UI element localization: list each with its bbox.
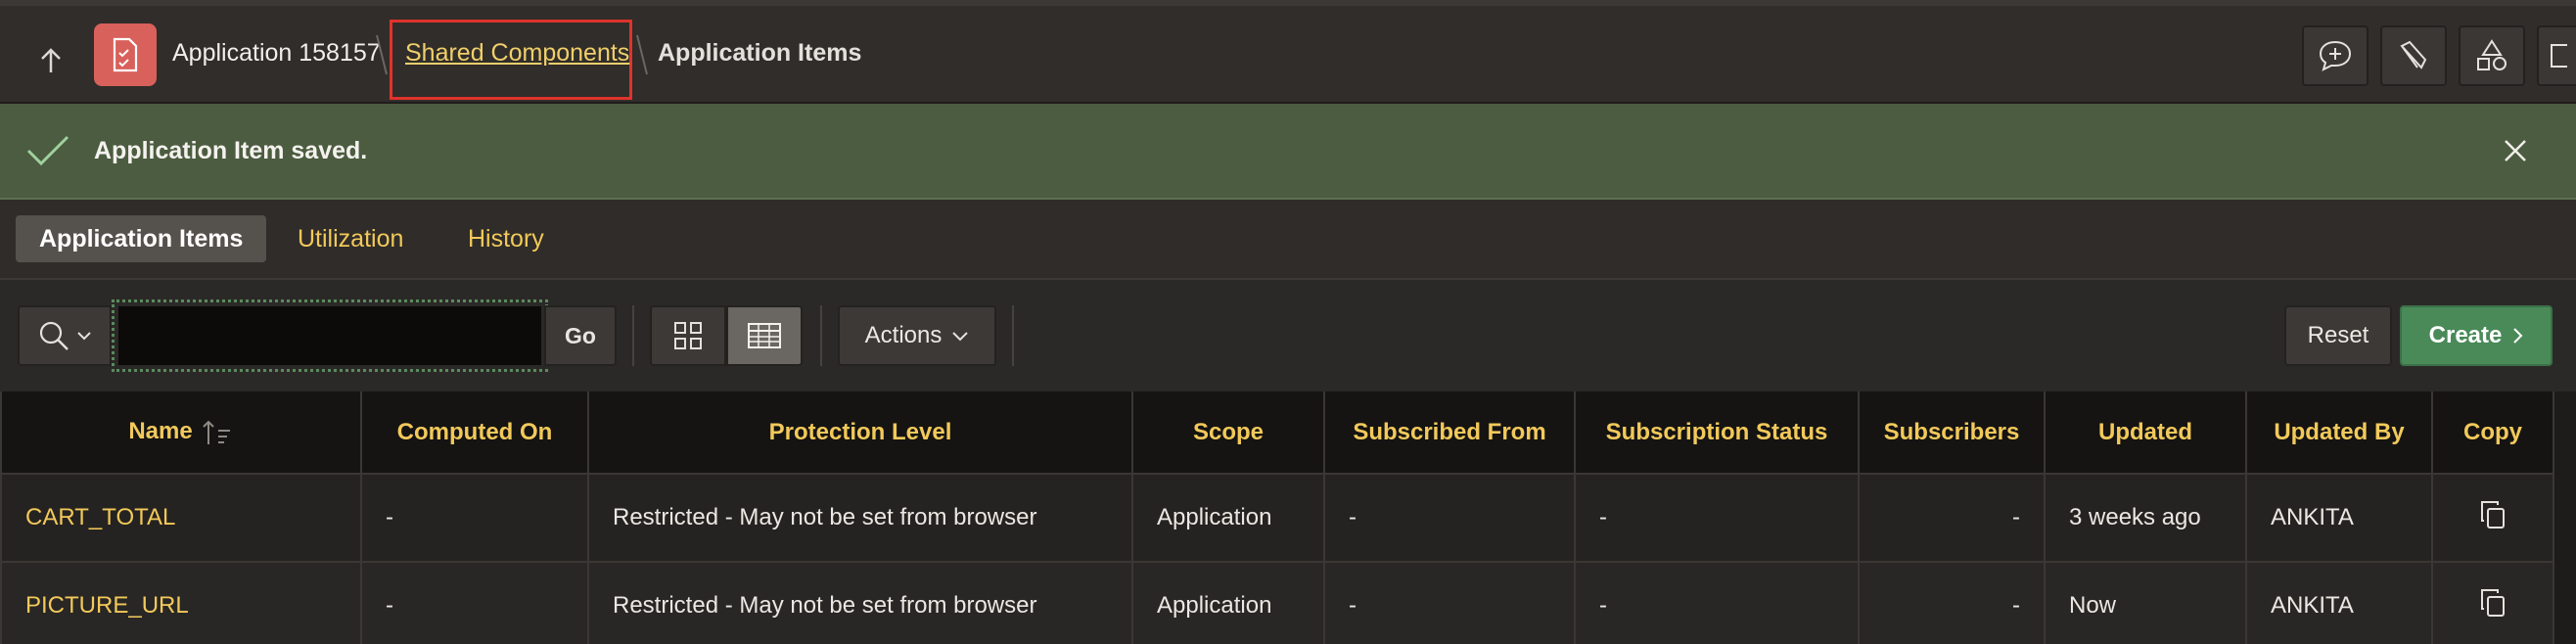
search-input[interactable] (118, 306, 541, 365)
chevron-down-icon (77, 332, 91, 341)
grid-icon (674, 322, 702, 349)
column-header-protection-level[interactable]: Protection Level (587, 391, 1133, 475)
subscribers-cell: - (1858, 473, 2046, 563)
create-button[interactable]: Create (2400, 305, 2553, 366)
reset-button[interactable]: Reset (2284, 305, 2392, 366)
tab-bar: Application Items Utilization History (0, 200, 2576, 280)
column-header-scope[interactable]: Scope (1131, 391, 1325, 475)
report-view-button[interactable] (726, 305, 803, 366)
updated-cell: 3 weeks ago (2044, 473, 2247, 563)
navigate-up-button[interactable] (29, 39, 72, 82)
toolbar-divider (1012, 305, 1014, 366)
subscribed-from-cell: - (1323, 561, 1576, 644)
item-name-link[interactable]: PICTURE_URL (0, 561, 362, 644)
tab-utilization[interactable]: Utilization (274, 215, 427, 262)
shapes-button[interactable] (2459, 25, 2525, 86)
app-header: Application 158157 Shared Components App… (0, 6, 2576, 104)
icon-view-button[interactable] (650, 305, 726, 366)
subscription-status-cell: - (1574, 473, 1860, 563)
breadcrumb-application[interactable]: Application 158157 (172, 39, 381, 68)
protection-level-cell: Restricted - May not be set from browser (587, 473, 1133, 563)
computed-on-cell: - (360, 473, 589, 563)
sort-ascending-icon (202, 420, 230, 444)
copy-icon[interactable] (2478, 499, 2507, 530)
report-toolbar: Go Actions Reset Create (0, 280, 2576, 391)
tab-history[interactable]: History (444, 215, 568, 262)
go-button[interactable]: Go (544, 305, 617, 366)
developer-tools-button[interactable] (2380, 25, 2447, 86)
column-header-computed-on[interactable]: Computed On (360, 391, 589, 475)
success-message: Application Item saved. (94, 137, 368, 164)
chat-plus-icon (2319, 40, 2352, 71)
toolbar-divider (632, 305, 634, 366)
search-column-selector[interactable] (18, 305, 112, 366)
tools-icon (2400, 40, 2427, 69)
actions-label: Actions (864, 322, 943, 348)
scope-cell: Application (1131, 473, 1325, 563)
shapes-icon (2477, 39, 2507, 70)
column-header-updated-by[interactable]: Updated By (2245, 391, 2433, 475)
create-label: Create (2428, 322, 2503, 348)
updated-by-cell: ANKITA (2245, 561, 2433, 644)
table-row: PICTURE_URL - Restricted - May not be se… (0, 561, 2554, 644)
table-row: CART_TOTAL - Restricted - May not be set… (0, 473, 2554, 563)
report-table: Name Computed On Protection Level Scope … (0, 391, 2554, 644)
subscription-status-cell: - (1574, 561, 1860, 644)
search-field-focus-ring (112, 299, 548, 372)
column-header-subscribed-from[interactable]: Subscribed From (1323, 391, 1576, 475)
subscribers-cell: - (1858, 561, 2046, 644)
table-icon (748, 323, 781, 348)
updated-cell: Now (2044, 561, 2247, 644)
updated-by-cell: ANKITA (2245, 473, 2433, 563)
item-name-link[interactable]: CART_TOTAL (0, 473, 362, 563)
breadcrumb-shared-components[interactable]: Shared Components (405, 39, 629, 68)
computed-on-cell: - (360, 561, 589, 644)
search-icon (39, 321, 69, 350)
success-message-banner: Application Item saved. (0, 104, 2576, 200)
copy-cell (2431, 473, 2554, 563)
chevron-down-icon (952, 332, 969, 342)
breadcrumb-separator (376, 34, 388, 75)
application-items-report: Name Computed On Protection Level Scope … (0, 391, 2576, 644)
panel-icon (2551, 44, 2567, 68)
tab-application-items[interactable]: Application Items (16, 215, 267, 262)
document-check-icon (113, 37, 138, 72)
copy-icon[interactable] (2478, 587, 2507, 619)
actions-menu-button[interactable]: Actions (838, 305, 996, 366)
column-header-copy: Copy (2431, 391, 2554, 475)
breadcrumb-separator (636, 34, 648, 75)
table-header-row: Name Computed On Protection Level Scope … (0, 391, 2554, 475)
overflow-button[interactable] (2537, 25, 2576, 86)
protection-level-cell: Restricted - May not be set from browser (587, 561, 1133, 644)
column-header-subscription-status[interactable]: Subscription Status (1574, 391, 1860, 475)
subscribed-from-cell: - (1323, 473, 1576, 563)
arrow-up-icon (41, 48, 61, 72)
scope-cell: Application (1131, 561, 1325, 644)
copy-cell (2431, 561, 2554, 644)
column-header-name[interactable]: Name (0, 391, 362, 475)
breadcrumb-current-page: Application Items (658, 39, 862, 67)
close-icon[interactable] (2502, 137, 2529, 164)
application-icon[interactable] (94, 23, 157, 86)
column-header-subscribers[interactable]: Subscribers (1858, 391, 2046, 475)
toolbar-divider (820, 305, 822, 366)
column-header-updated[interactable]: Updated (2044, 391, 2247, 475)
chevron-right-icon (2513, 328, 2523, 344)
feedback-button[interactable] (2302, 25, 2369, 86)
check-icon (26, 135, 69, 166)
